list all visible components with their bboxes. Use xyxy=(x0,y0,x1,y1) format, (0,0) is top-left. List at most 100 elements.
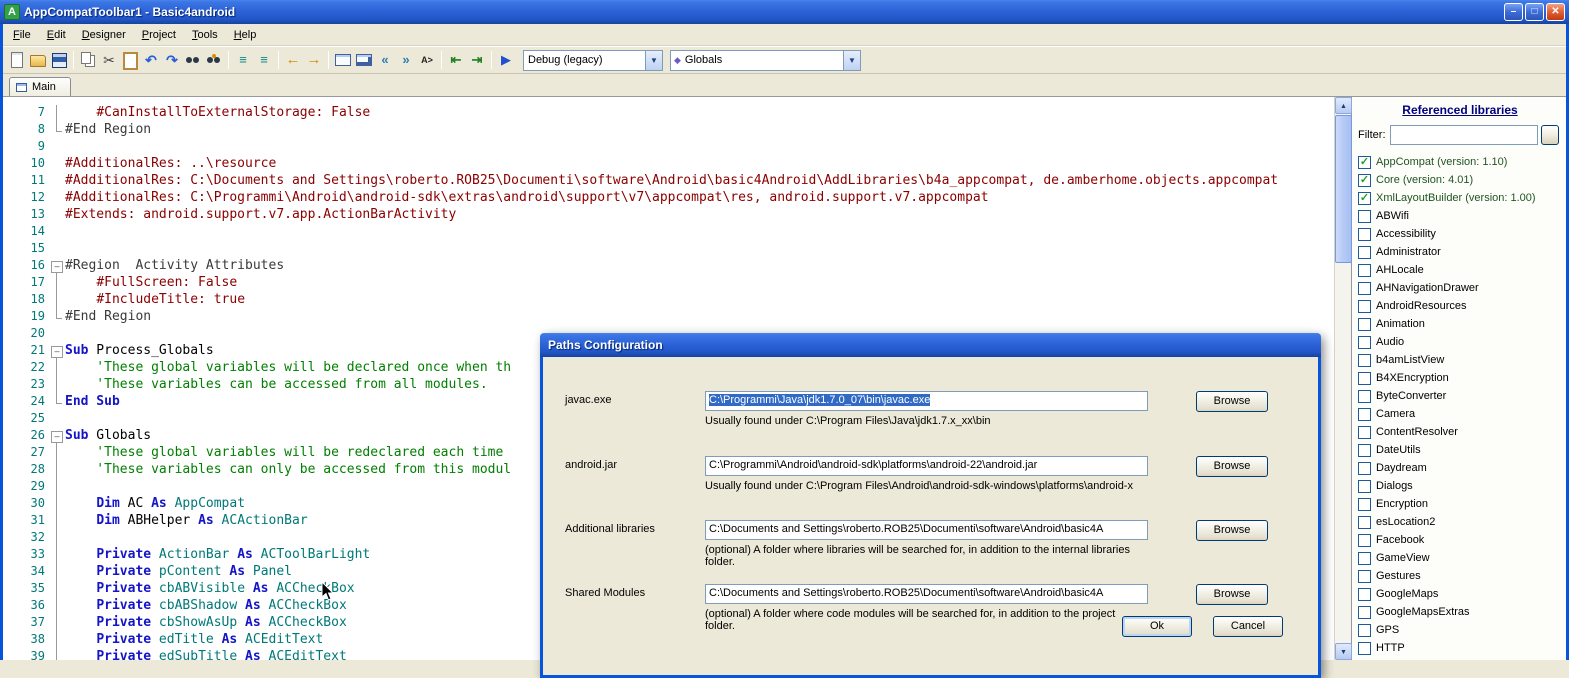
checked-checkbox-icon[interactable]: ✓ xyxy=(1358,155,1371,169)
library-item[interactable]: AndroidResources xyxy=(1358,297,1562,315)
library-item[interactable]: GoogleMapsExtras xyxy=(1358,603,1562,621)
unchecked-checkbox-icon[interactable] xyxy=(1358,245,1371,259)
unchecked-checkbox-icon[interactable] xyxy=(1358,281,1371,295)
library-item[interactable]: ABWifi xyxy=(1358,207,1562,225)
code-line-10[interactable]: 10 #AdditionalRes: ..\resource xyxy=(3,156,1334,173)
maximize-button[interactable] xyxy=(1525,3,1544,21)
outdent-icon[interactable]: ⇤ xyxy=(446,50,466,70)
library-item[interactable]: DateUtils xyxy=(1358,441,1562,459)
browse-button[interactable]: Browse xyxy=(1196,391,1268,412)
unchecked-checkbox-icon[interactable] xyxy=(1358,623,1371,637)
menu-item-designer[interactable]: Designer xyxy=(74,26,134,44)
scrollbar-thumb[interactable] xyxy=(1335,115,1352,263)
additional-libraries-input[interactable]: C:\Documents and Settings\roberto.ROB25\… xyxy=(705,520,1148,540)
undo-icon[interactable]: ↶ xyxy=(141,50,161,70)
unchecked-checkbox-icon[interactable] xyxy=(1358,299,1371,313)
unchecked-checkbox-icon[interactable] xyxy=(1358,209,1371,223)
unchecked-checkbox-icon[interactable] xyxy=(1358,569,1371,583)
code-line-8[interactable]: 8 #End Region xyxy=(3,122,1334,139)
copy-icon[interactable] xyxy=(78,50,98,70)
library-item[interactable]: Daydream xyxy=(1358,459,1562,477)
browse-button[interactable]: Browse xyxy=(1196,584,1268,605)
library-item[interactable]: HTTP xyxy=(1358,639,1562,657)
library-item[interactable]: ✓ AppCompat (version: 1.10) xyxy=(1358,153,1562,171)
unchecked-checkbox-icon[interactable] xyxy=(1358,353,1371,367)
library-item[interactable]: AHNavigationDrawer xyxy=(1358,279,1562,297)
code-line-17[interactable]: 17 #FullScreen: False xyxy=(3,275,1334,292)
library-item[interactable]: GoogleMaps xyxy=(1358,585,1562,603)
unchecked-checkbox-icon[interactable] xyxy=(1358,335,1371,349)
autocomplete-icon[interactable]: A> xyxy=(417,50,437,70)
library-item[interactable]: Accessibility xyxy=(1358,225,1562,243)
menu-item-edit[interactable]: Edit xyxy=(39,26,74,44)
menu-item-project[interactable]: Project xyxy=(134,26,184,44)
menu-item-tools[interactable]: Tools xyxy=(184,26,226,44)
nav-back-icon[interactable]: ← xyxy=(283,50,303,70)
library-item[interactable]: ✓ Core (version: 4.01) xyxy=(1358,171,1562,189)
fold-collapse-icon[interactable] xyxy=(49,258,65,275)
code-line-13[interactable]: 13 #Extends: android.support.v7.app.Actio… xyxy=(3,207,1334,224)
designer-view-icon[interactable] xyxy=(354,50,374,70)
find-replace-icon[interactable] xyxy=(204,50,224,70)
unchecked-checkbox-icon[interactable] xyxy=(1358,605,1371,619)
prev-sub-icon[interactable]: « xyxy=(375,50,395,70)
chevron-down-icon[interactable] xyxy=(645,50,662,70)
unchecked-checkbox-icon[interactable] xyxy=(1358,641,1371,655)
cut-icon[interactable]: ✂ xyxy=(99,50,119,70)
library-item[interactable]: Camera xyxy=(1358,405,1562,423)
unchecked-checkbox-icon[interactable] xyxy=(1358,263,1371,277)
unchecked-checkbox-icon[interactable] xyxy=(1358,425,1371,439)
checked-checkbox-icon[interactable]: ✓ xyxy=(1358,173,1371,187)
library-item[interactable]: AHLocale xyxy=(1358,261,1562,279)
chevron-down-icon[interactable] xyxy=(843,50,860,70)
unchecked-checkbox-icon[interactable] xyxy=(1358,389,1371,403)
library-item[interactable]: B4XEncryption xyxy=(1358,369,1562,387)
library-item[interactable]: Encryption xyxy=(1358,495,1562,513)
code-line-16[interactable]: 16 #Region Activity Attributes xyxy=(3,258,1334,275)
paste-icon[interactable] xyxy=(120,50,140,70)
browse-button[interactable]: Browse xyxy=(1196,456,1268,477)
code-line-18[interactable]: 18 #IncludeTitle: true xyxy=(3,292,1334,309)
shared-modules-input[interactable]: C:\Documents and Settings\roberto.ROB25\… xyxy=(705,584,1148,604)
library-item[interactable]: Animation xyxy=(1358,315,1562,333)
code-line-9[interactable]: 9 xyxy=(3,139,1334,156)
library-item[interactable]: ContentResolver xyxy=(1358,423,1562,441)
run-icon[interactable]: ▶ xyxy=(496,50,516,70)
code-line-7[interactable]: 7 #CanInstallToExternalStorage: False xyxy=(3,105,1334,122)
filter-extra-button[interactable] xyxy=(1540,125,1559,145)
editor-vertical-scrollbar[interactable] xyxy=(1334,97,1352,660)
indent-icon[interactable]: ⇥ xyxy=(467,50,487,70)
scroll-up-icon[interactable] xyxy=(1335,97,1352,114)
android-jar-input[interactable]: C:\Programmi\Android\android-sdk\platfor… xyxy=(705,456,1148,476)
unchecked-checkbox-icon[interactable] xyxy=(1358,551,1371,565)
minimize-button[interactable] xyxy=(1504,3,1523,21)
fold-collapse-icon[interactable] xyxy=(49,343,65,360)
unchecked-checkbox-icon[interactable] xyxy=(1358,461,1371,475)
build-configuration-combo[interactable]: Debug (legacy) xyxy=(523,49,663,71)
code-line-11[interactable]: 11 #AdditionalRes: C:\Documents and Setti… xyxy=(3,173,1334,190)
menu-item-help[interactable]: Help xyxy=(226,26,265,44)
javac-exe-input[interactable]: C:\Programmi\Java\jdk1.7.0_07\bin\javac.… xyxy=(705,391,1148,411)
tab-main[interactable]: Main xyxy=(9,77,71,96)
nav-forward-icon[interactable]: → xyxy=(304,50,324,70)
scroll-down-icon[interactable] xyxy=(1335,643,1352,660)
library-item[interactable]: GameView xyxy=(1358,549,1562,567)
unchecked-checkbox-icon[interactable] xyxy=(1358,227,1371,241)
find-icon[interactable] xyxy=(183,50,203,70)
next-sub-icon[interactable]: » xyxy=(396,50,416,70)
library-item[interactable]: Facebook xyxy=(1358,531,1562,549)
module-combo[interactable]: ◆ Globals xyxy=(670,49,861,71)
code-line-15[interactable]: 15 xyxy=(3,241,1334,258)
unchecked-checkbox-icon[interactable] xyxy=(1358,587,1371,601)
filter-input[interactable] xyxy=(1389,125,1538,145)
library-item[interactable]: esLocation2 xyxy=(1358,513,1562,531)
library-item[interactable]: ByteConverter xyxy=(1358,387,1562,405)
library-item[interactable]: Audio xyxy=(1358,333,1562,351)
unchecked-checkbox-icon[interactable] xyxy=(1358,497,1371,511)
menu-item-file[interactable]: File xyxy=(5,26,39,44)
checked-checkbox-icon[interactable]: ✓ xyxy=(1358,191,1371,205)
open-project-icon[interactable] xyxy=(28,50,48,70)
browse-button[interactable]: Browse xyxy=(1196,520,1268,541)
library-item[interactable]: GPS xyxy=(1358,621,1562,639)
designer-icon[interactable] xyxy=(333,50,353,70)
